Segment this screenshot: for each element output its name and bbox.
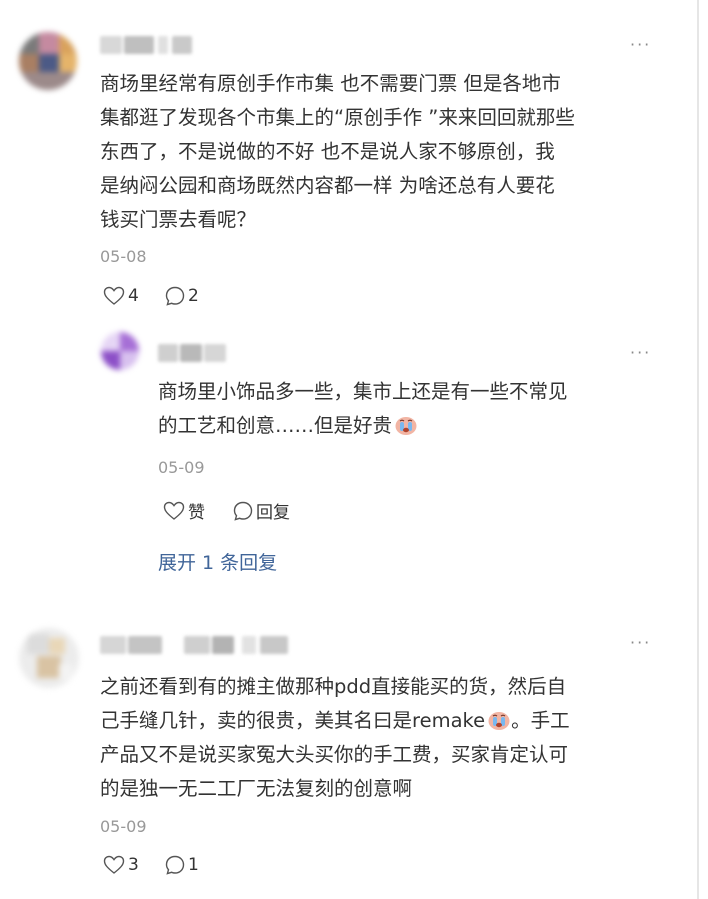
reply-count: 1 <box>188 855 199 875</box>
username[interactable] <box>100 36 192 54</box>
like-button[interactable]: 4 <box>102 285 139 307</box>
like-count: 3 <box>128 855 139 875</box>
comment-bubble-icon <box>165 855 185 875</box>
more-options-icon[interactable]: ··· <box>630 343 651 362</box>
more-options-icon[interactable]: ··· <box>630 35 651 54</box>
comment-item: ··· 商场里经常有原创手作市集 也不需要门票 但是各地市 集都逛了发现各个市集… <box>0 0 697 600</box>
expand-replies-link[interactable]: 展开 1 条回复 <box>158 548 277 575</box>
comment-date: 05-09 <box>100 817 147 836</box>
reply-label: 回复 <box>256 503 290 523</box>
heart-icon <box>103 286 125 305</box>
like-button[interactable]: 赞 <box>162 498 205 523</box>
heart-icon <box>163 501 185 520</box>
like-button[interactable]: 3 <box>102 854 139 876</box>
crying-face-emoji-icon <box>395 417 417 435</box>
comment-bubble-icon <box>165 286 185 306</box>
username[interactable] <box>100 636 288 654</box>
scrollbar-edge <box>697 0 699 899</box>
avatar[interactable] <box>19 32 77 90</box>
heart-icon <box>103 855 125 874</box>
comment-bubble-icon <box>233 501 253 521</box>
avatar[interactable] <box>101 332 139 370</box>
username[interactable] <box>158 344 226 362</box>
like-count: 4 <box>128 286 139 306</box>
more-options-icon[interactable]: ··· <box>630 633 651 652</box>
reply-button[interactable]: 1 <box>164 854 199 876</box>
crying-face-emoji-icon <box>488 712 510 730</box>
comment-item: ··· 之前还看到有的摊主做那种pdd直接能买的货，然后自 己手缝几针，卖的很贵… <box>0 600 697 899</box>
avatar[interactable] <box>19 628 79 688</box>
reply-item: ··· 商场里小饰品多一些，集市上还是有一些不常见 的工艺和创意……但是好贵 0… <box>0 330 697 530</box>
reply-button[interactable]: 2 <box>164 285 199 307</box>
comment-thread: ··· 商场里经常有原创手作市集 也不需要门票 但是各地市 集都逛了发现各个市集… <box>0 0 708 899</box>
reply-button[interactable]: 回复 <box>232 498 290 523</box>
comment-date: 05-08 <box>100 247 147 266</box>
like-label: 赞 <box>188 503 205 523</box>
reply-count: 2 <box>188 286 199 306</box>
reply-date: 05-09 <box>158 458 205 477</box>
